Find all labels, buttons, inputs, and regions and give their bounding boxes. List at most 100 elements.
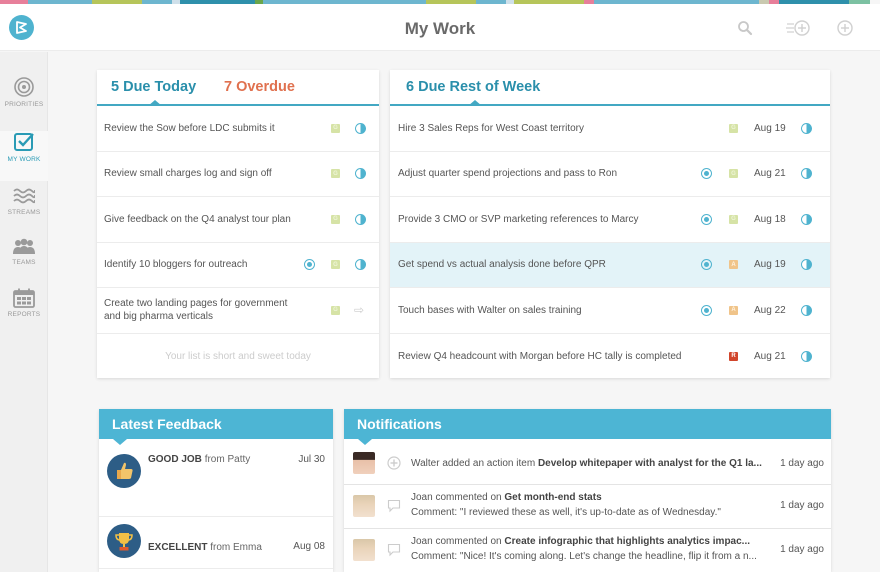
progress-status-icon[interactable]: [801, 350, 812, 362]
sidebar-item-label: STREAMS: [7, 209, 41, 216]
sidebar-item-reports[interactable]: REPORTS: [0, 288, 48, 338]
due-today-card: 5 Due Today 7 Overdue Review the Sow bef…: [97, 70, 379, 378]
task-title: Touch bases with Walter on sales trainin…: [398, 304, 582, 316]
progress-status-icon[interactable]: [801, 213, 812, 225]
quick-add-button[interactable]: [786, 18, 812, 38]
task-row-selected[interactable]: Get spend vs actual analysis done before…: [390, 242, 830, 288]
search-button[interactable]: [735, 18, 755, 38]
task-row[interactable]: Touch bases with Walter on sales trainin…: [390, 288, 830, 334]
progress-status-icon[interactable]: [801, 304, 812, 316]
tab-due-today[interactable]: 5 Due Today: [111, 79, 196, 95]
add-icon: [837, 20, 853, 36]
notification-subject-link[interactable]: Get month-end stats: [504, 492, 601, 503]
progress-status-icon[interactable]: [801, 122, 812, 134]
due-date: Aug 21: [754, 168, 786, 180]
progress-status-icon[interactable]: [801, 168, 812, 180]
sidebar-item-my-work[interactable]: MY WORK: [0, 131, 48, 181]
panel-header: Notifications: [344, 409, 831, 445]
panel-header: Latest Feedback: [99, 409, 333, 445]
quick-add-icon: [786, 20, 810, 36]
notification-subject-link[interactable]: Create infographic that highlights analy…: [504, 536, 750, 547]
tag-badge: G: [331, 305, 340, 315]
avatar: [353, 495, 375, 517]
task-row[interactable]: Provide 3 CMO or SVP marketing reference…: [390, 197, 830, 243]
sidebar-item-streams[interactable]: STREAMS: [0, 186, 48, 236]
waves-icon: [13, 188, 35, 204]
panel-title: Notifications: [357, 416, 442, 432]
notification-actor: Joan: [411, 536, 433, 547]
tab-label: 5 Due Today: [111, 79, 197, 95]
task-row[interactable]: Review Q4 headcount with Morgan before H…: [390, 334, 830, 380]
latest-feedback-panel: Latest Feedback GOOD JOB from Patty Jul …: [99, 409, 333, 572]
notifications-panel: Notifications Walter added an action ite…: [344, 409, 831, 572]
notification-item[interactable]: Joan commented on Get month-end stats Co…: [344, 485, 831, 529]
task-row[interactable]: Create two landing pages for government …: [97, 288, 379, 334]
add-button[interactable]: [835, 18, 855, 38]
priority-target-icon[interactable]: [701, 259, 712, 271]
sidebar: PRIORITIES MY WORK STREAMS TEAMS REPORTS: [0, 52, 48, 572]
priority-target-icon[interactable]: [701, 304, 712, 316]
feedback-item[interactable]: EXCELLENT from Emma Aug 08: [99, 517, 333, 569]
sidebar-item-priorities[interactable]: PRIORITIES: [0, 76, 48, 126]
task-row[interactable]: Hire 3 Sales Reps for West Coast territo…: [390, 106, 830, 152]
priority-target-icon[interactable]: [701, 213, 712, 225]
people-icon: [13, 238, 35, 254]
feedback-badge: GOOD JOB: [148, 454, 202, 465]
sidebar-item-label: TEAMS: [12, 259, 36, 266]
arrow-right-icon[interactable]: ⇨: [354, 303, 364, 317]
progress-status-icon[interactable]: [801, 259, 812, 271]
empty-list-message: Your list is short and sweet today: [165, 351, 311, 362]
tab-overdue[interactable]: 7 Overdue: [224, 79, 295, 95]
notification-actor: Walter: [411, 458, 440, 469]
priority-target-icon[interactable]: [701, 168, 712, 180]
tag-badge: G: [331, 123, 340, 133]
tag-badge: R: [729, 351, 738, 361]
notification-action: added an action item: [442, 458, 536, 469]
task-row[interactable]: Give feedback on the Q4 analyst tour pla…: [97, 197, 379, 243]
feedback-date: Aug 08: [293, 541, 325, 552]
sidebar-item-teams[interactable]: TEAMS: [0, 238, 48, 288]
tag-badge: G: [729, 123, 738, 133]
due-rest-of-week-card: 6 Due Rest of Week Hire 3 Sales Reps for…: [390, 70, 830, 378]
due-date: Aug 19: [754, 259, 786, 271]
task-title: Give feedback on the Q4 analyst tour pla…: [104, 213, 291, 225]
feedback-sender: Emma: [233, 542, 262, 553]
notification-text: Joan commented on Get month-end stats: [411, 492, 602, 503]
notification-text: Walter added an action item Develop whit…: [411, 458, 762, 469]
tag-badge: G: [331, 169, 340, 179]
progress-status-icon[interactable]: [355, 168, 366, 180]
task-title: Review Q4 headcount with Morgan before H…: [398, 350, 682, 362]
task-row[interactable]: Adjust quarter spend projections and pas…: [390, 152, 830, 197]
notification-subject-link[interactable]: Develop whitepaper with analyst for the …: [538, 458, 762, 469]
panel-title: Latest Feedback: [112, 416, 222, 432]
notification-actor: Joan: [411, 492, 433, 503]
tab-due-rest-of-week[interactable]: 6 Due Rest of Week: [406, 79, 540, 95]
notification-comment: Comment: "Nice! It's coming along. Let's…: [411, 551, 757, 562]
progress-status-icon[interactable]: [355, 213, 366, 225]
progress-status-icon[interactable]: [355, 122, 366, 134]
notification-item[interactable]: Walter added an action item Develop whit…: [344, 439, 831, 485]
task-row[interactable]: Review small charges log and sign off G: [97, 152, 379, 197]
tag-badge: A: [729, 305, 738, 315]
notification-item[interactable]: Joan commented on Create infographic tha…: [344, 529, 831, 572]
notification-text: Joan commented on Create infographic tha…: [411, 536, 750, 547]
tab-label: 6 Due Rest of Week: [406, 79, 541, 95]
due-date: Aug 21: [754, 350, 786, 362]
avatar: [353, 539, 375, 561]
tag-badge: G: [729, 214, 738, 224]
tag-badge: A: [729, 260, 738, 270]
feedback-from-label: from: [204, 454, 225, 465]
notification-time: 1 day ago: [780, 500, 824, 511]
progress-status-icon[interactable]: [355, 259, 366, 271]
task-row[interactable]: Identify 10 bloggers for outreach G: [97, 243, 379, 288]
feedback-badge: EXCELLENT: [148, 542, 208, 553]
avatar: [353, 452, 375, 474]
notification-action: commented on: [435, 492, 502, 503]
feedback-item[interactable]: GOOD JOB from Patty Jul 30: [99, 439, 333, 517]
priority-target-icon[interactable]: [304, 259, 315, 271]
task-row[interactable]: Review the Sow before LDC submits it G: [97, 106, 379, 152]
search-icon: [738, 21, 753, 36]
tag-badge: G: [331, 260, 340, 270]
due-date: Aug 19: [754, 122, 786, 134]
notification-time: 1 day ago: [780, 458, 824, 469]
